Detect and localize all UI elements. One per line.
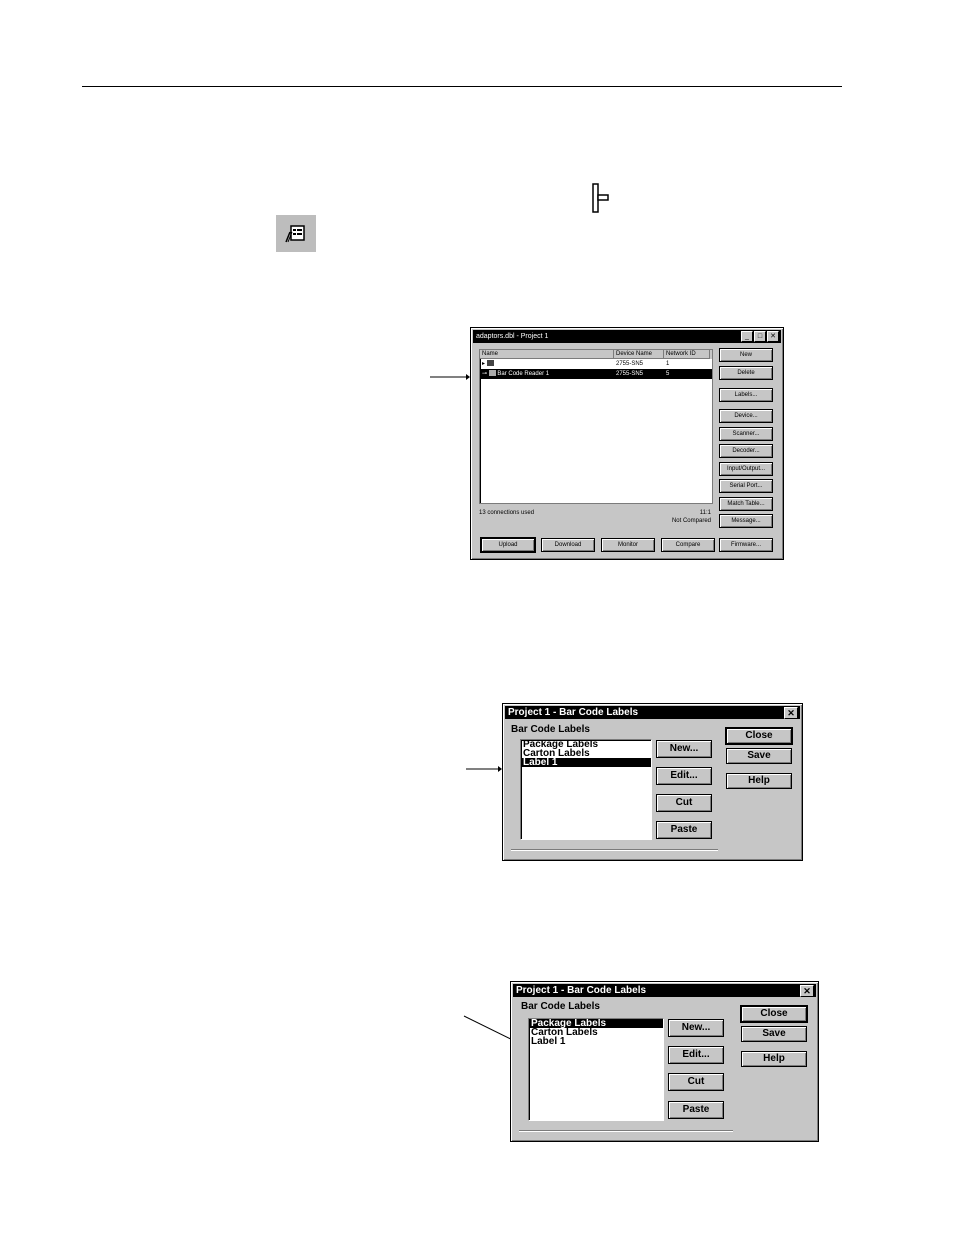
device-row-name: ▸ [480, 359, 614, 369]
paste-button[interactable]: Paste [656, 821, 712, 839]
compare-button[interactable]: Compare [661, 538, 715, 552]
pointer-arrow [430, 374, 470, 380]
input-output-button[interactable]: Input/Output... [719, 462, 773, 476]
new-button[interactable]: New... [668, 1019, 724, 1037]
labels-listbox[interactable]: Package Labels Carton Labels Label 1 [528, 1018, 664, 1121]
pointer-arrow [466, 766, 502, 772]
labels-button[interactable]: Labels... [719, 388, 773, 402]
group-label: Bar Code Labels [511, 724, 590, 735]
barcode-reader-icon [488, 370, 496, 377]
device-row-network-id: 1 [666, 361, 670, 367]
scanner-button[interactable]: Scanner... [719, 427, 773, 441]
connection-icon: ⊸ [482, 371, 488, 377]
save-button[interactable]: Save [726, 748, 792, 764]
close-button[interactable]: Close [725, 727, 793, 745]
save-button[interactable]: Save [741, 1026, 807, 1042]
window-title: adaptors.dbl - Project 1 [476, 333, 549, 340]
device-row-device: 2755-SN5 [616, 361, 644, 367]
paste-button[interactable]: Paste [668, 1101, 724, 1119]
labels-toolbar-icon[interactable] [276, 215, 316, 252]
download-button[interactable]: Download [541, 538, 595, 552]
new-button[interactable]: New... [656, 740, 712, 758]
bar-code-labels-dialog: Project 1 - Bar Code Labels ✕ Bar Code L… [502, 703, 803, 861]
serial-port-button[interactable]: Serial Port... [719, 479, 773, 493]
device-row-selected[interactable]: ⊸ Bar Code Reader 1 2755-SN5 5 [480, 369, 712, 379]
cut-button[interactable]: Cut [668, 1073, 724, 1091]
device-icon [486, 360, 494, 367]
dialog-title-bar: Project 1 - Bar Code Labels ✕ [513, 984, 816, 997]
close-icon[interactable]: ✕ [784, 707, 798, 719]
column-header-network-id[interactable]: Network ID [664, 350, 710, 359]
list-item-selected[interactable]: Label 1 [521, 758, 651, 768]
close-button[interactable]: Close [740, 1005, 808, 1023]
dialog-title: Project 1 - Bar Code Labels [516, 985, 647, 996]
dialog-title: Project 1 - Bar Code Labels [508, 707, 639, 718]
close-button[interactable]: ✕ [767, 331, 779, 342]
device-row-name: ⊸ Bar Code Reader 1 [482, 370, 550, 377]
decoder-button[interactable]: Decoder... [719, 444, 773, 458]
close-icon[interactable]: ✕ [800, 985, 814, 997]
cut-button[interactable]: Cut [656, 794, 712, 812]
firmware-button[interactable]: Firmware... [719, 538, 773, 552]
barcode-labels-icon [285, 225, 305, 243]
upload-button[interactable]: Upload [480, 537, 536, 553]
bar-code-labels-dialog: Project 1 - Bar Code Labels ✕ Bar Code L… [510, 981, 819, 1142]
group-box-bottom [511, 849, 718, 850]
minimize-button[interactable]: _ [741, 331, 753, 342]
labels-listbox[interactable]: Package Labels Carton Labels Label 1 [520, 739, 652, 840]
window-title-bar: adaptors.dbl - Project 1 _ □ ✕ [473, 330, 781, 343]
list-item[interactable]: Label 1 [529, 1037, 663, 1047]
dialog-title-bar: Project 1 - Bar Code Labels ✕ [505, 706, 800, 719]
maximize-button[interactable]: □ [754, 331, 766, 342]
message-button[interactable]: Message... [719, 514, 773, 528]
connection-tee-icon [592, 183, 609, 213]
monitor-button[interactable]: Monitor [601, 538, 655, 552]
connections-status: 13 connections used [479, 510, 535, 516]
header-rule [82, 86, 842, 87]
device-row-network-id: 5 [666, 371, 670, 377]
device-row-device: 2755-SN5 [616, 371, 644, 377]
compare-status: Not Compared [671, 518, 711, 524]
device-list[interactable]: Name Device Name Network ID ▸ 2755-SN5 1… [479, 349, 713, 504]
match-table-button[interactable]: Match Table... [719, 497, 773, 511]
delete-button[interactable]: Delete [719, 366, 773, 380]
device-button[interactable]: Device... [719, 409, 773, 423]
ratio-status: 11:1 [699, 510, 711, 516]
new-button[interactable]: New [719, 348, 773, 362]
device-row[interactable]: ▸ 2755-SN5 1 [480, 359, 712, 369]
group-box-bottom [519, 1130, 733, 1131]
group-label: Bar Code Labels [521, 1001, 600, 1012]
device-list-header: Name Device Name Network ID [480, 350, 712, 359]
project-window: adaptors.dbl - Project 1 _ □ ✕ Name Devi… [470, 327, 784, 560]
column-header-name[interactable]: Name [480, 350, 614, 359]
column-header-device-name[interactable]: Device Name [614, 350, 664, 359]
help-button[interactable]: Help [741, 1051, 807, 1067]
edit-button[interactable]: Edit... [656, 767, 712, 785]
edit-button[interactable]: Edit... [668, 1046, 724, 1064]
help-button[interactable]: Help [726, 773, 792, 789]
expand-icon[interactable]: ▸ [482, 361, 485, 367]
